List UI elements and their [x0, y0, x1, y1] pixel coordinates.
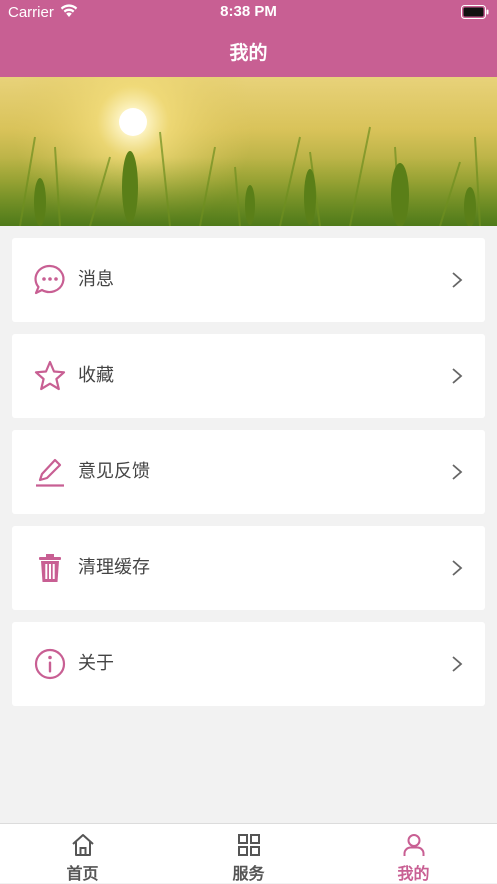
tab-mine[interactable]: 我的 [331, 824, 496, 883]
chevron-right-icon [452, 368, 463, 384]
edit-icon [36, 458, 64, 487]
banner-image [0, 77, 497, 226]
nav-header: Carrier 8:38 PM 我的 [0, 0, 497, 77]
tab-label: 我的 [397, 864, 430, 883]
chevron-right-icon [452, 560, 463, 576]
tab-label: 首页 [66, 864, 99, 883]
message-icon [34, 264, 65, 295]
menu-label: 收藏 [78, 365, 114, 386]
menu-label: 消息 [78, 269, 114, 290]
page-title: 我的 [229, 42, 268, 64]
menu-item-favorites[interactable]: 收藏 [12, 334, 485, 418]
chevron-right-icon [452, 656, 463, 672]
chevron-right-icon [452, 464, 463, 480]
grid-icon [237, 834, 260, 856]
chevron-right-icon [452, 272, 463, 288]
tab-label: 服务 [232, 864, 265, 883]
menu-item-clear-cache[interactable]: 清理缓存 [12, 526, 485, 610]
home-icon [71, 834, 94, 856]
tab-home[interactable]: 首页 [0, 824, 165, 883]
trash-icon [39, 554, 61, 582]
status-time: 8:38 PM [220, 3, 277, 20]
status-bar: Carrier 8:38 PM [0, 0, 497, 26]
star-icon [34, 360, 66, 391]
menu-label: 清理缓存 [78, 557, 150, 578]
person-icon [403, 834, 424, 856]
menu-label: 关于 [78, 653, 114, 674]
menu-item-messages[interactable]: 消息 [12, 238, 485, 322]
tab-bar: 首页 服务 我的 [0, 823, 497, 883]
menu-label: 意见反馈 [78, 461, 150, 482]
menu-item-feedback[interactable]: 意见反馈 [12, 430, 485, 514]
menu-item-about[interactable]: 关于 [12, 622, 485, 706]
tab-services[interactable]: 服务 [166, 824, 331, 883]
info-icon [34, 648, 66, 680]
battery-icon [461, 5, 489, 19]
